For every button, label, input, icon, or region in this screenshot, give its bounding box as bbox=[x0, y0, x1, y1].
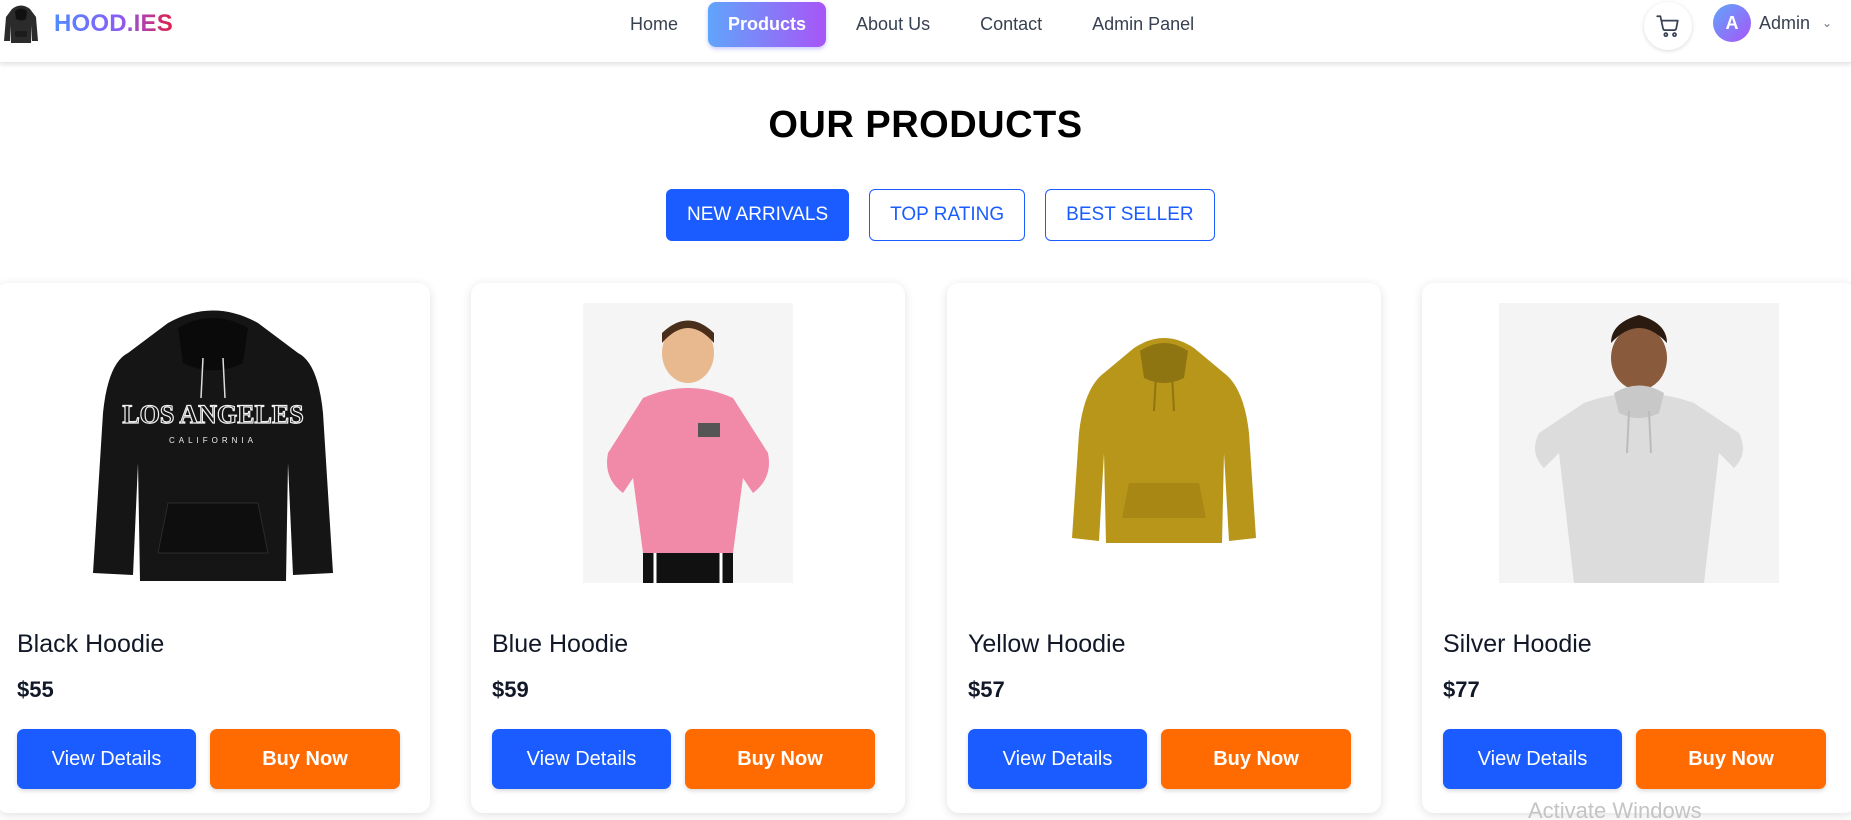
nav-about-us[interactable]: About Us bbox=[836, 4, 950, 45]
product-card: Silver Hoodie $77 View Details Buy Now bbox=[1422, 283, 1851, 813]
nav-admin-panel[interactable]: Admin Panel bbox=[1072, 4, 1214, 45]
hoodie-subprint-text: CALIFORNIA bbox=[169, 436, 257, 445]
product-card: Yellow Hoodie $57 View Details Buy Now bbox=[947, 283, 1381, 813]
user-menu[interactable]: A Admin ⌄ bbox=[1713, 4, 1832, 42]
product-image[interactable] bbox=[1499, 303, 1779, 583]
view-details-button[interactable]: View Details bbox=[1443, 729, 1622, 789]
nav-home[interactable]: Home bbox=[610, 4, 698, 45]
product-card: LOS ANGELES CALIFORNIA Black Hoodie $55 … bbox=[0, 283, 430, 813]
product-price: $59 bbox=[492, 677, 529, 702]
chevron-down-icon: ⌄ bbox=[1822, 16, 1833, 30]
nav-products[interactable]: Products bbox=[708, 2, 827, 47]
hoodie-image bbox=[1499, 303, 1779, 583]
product-price: $55 bbox=[17, 677, 54, 702]
cart-button[interactable] bbox=[1644, 2, 1692, 50]
hoodie-image: LOS ANGELES CALIFORNIA bbox=[93, 310, 333, 581]
product-price: $77 bbox=[1443, 677, 1480, 702]
buy-now-button[interactable]: Buy Now bbox=[210, 729, 400, 789]
product-name: Black Hoodie bbox=[17, 630, 165, 658]
product-image[interactable]: LOS ANGELES CALIFORNIA bbox=[73, 303, 353, 583]
product-image[interactable] bbox=[1024, 303, 1304, 583]
product-image[interactable] bbox=[548, 303, 828, 583]
filter-best-seller[interactable]: BEST SELLER bbox=[1045, 189, 1215, 241]
product-card: Blue Hoodie $59 View Details Buy Now bbox=[471, 283, 905, 813]
page-title: OUR PRODUCTS bbox=[768, 104, 1083, 146]
brand-logo[interactable]: HOOD.IES bbox=[2, 3, 173, 45]
buy-now-button[interactable]: Buy Now bbox=[685, 729, 875, 789]
product-price: $57 bbox=[968, 677, 1005, 702]
top-navbar: HOOD.IES Home Products About Us Contact … bbox=[0, 0, 1851, 63]
product-name: Silver Hoodie bbox=[1443, 630, 1592, 658]
view-details-button[interactable]: View Details bbox=[492, 729, 671, 789]
hoodie-logo-icon bbox=[4, 5, 38, 43]
view-details-button[interactable]: View Details bbox=[17, 729, 196, 789]
product-name: Yellow Hoodie bbox=[968, 630, 1126, 658]
hoodie-image bbox=[583, 303, 793, 583]
filter-new-arrivals[interactable]: NEW ARRIVALS bbox=[666, 189, 850, 241]
activate-windows-watermark: Activate Windows bbox=[1528, 798, 1702, 820]
product-name: Blue Hoodie bbox=[492, 630, 629, 658]
nav-contact[interactable]: Contact bbox=[960, 4, 1062, 45]
filter-top-rating[interactable]: TOP RATING bbox=[869, 189, 1026, 241]
view-details-button[interactable]: View Details bbox=[968, 729, 1147, 789]
hoodie-print-text: LOS ANGELES bbox=[122, 400, 303, 429]
product-filters: NEW ARRIVALS TOP RATING BEST SELLER bbox=[666, 189, 1215, 241]
hoodie-image bbox=[1072, 338, 1256, 543]
main-nav: Home Products About Us Contact Admin Pan… bbox=[610, 2, 1224, 47]
user-name: Admin bbox=[1759, 12, 1811, 33]
brand-name: HOOD.IES bbox=[54, 10, 173, 37]
buy-now-button[interactable]: Buy Now bbox=[1161, 729, 1351, 789]
cart-icon bbox=[1656, 15, 1679, 38]
buy-now-button[interactable]: Buy Now bbox=[1636, 729, 1826, 789]
avatar: A bbox=[1713, 4, 1751, 42]
